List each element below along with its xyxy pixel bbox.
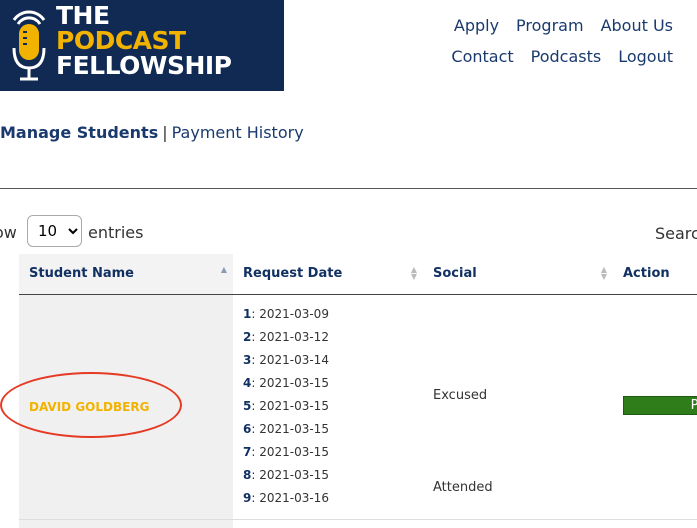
nav-podcasts[interactable]: Podcasts (531, 47, 602, 66)
site-logo[interactable]: THE PODCAST FELLOWSHIP (0, 0, 284, 91)
logo-line-1: THE (56, 1, 110, 30)
search-label: Searc (655, 224, 697, 243)
students-table: Student Name ▲ Request Date ▲ ▼ Social ▲ ▼… (0, 254, 697, 519)
sort-both-icon: ▲ ▼ (410, 265, 417, 281)
logo-line-3: FELLOWSHIP (56, 51, 232, 80)
request-date-item: 9: 2021-03-16 (243, 490, 329, 505)
column-header-label: Action (623, 266, 670, 282)
request-date-item: 8: 2021-03-15 (243, 467, 329, 482)
request-date-item: 6: 2021-03-15 (243, 421, 329, 436)
request-date-item: 2: 2021-03-12 (243, 329, 329, 344)
action-cell: Po (613, 294, 697, 519)
social-cell: Excused Attended (423, 294, 613, 519)
request-date-item: 7: 2021-03-15 (243, 444, 329, 459)
request-date-item: 5: 2021-03-15 (243, 398, 329, 413)
request-date-item: 4: 2021-03-15 (243, 375, 329, 390)
social-status: Attended (433, 479, 493, 495)
table-header-row: Student Name ▲ Request Date ▲ ▼ Social ▲ ▼… (19, 254, 697, 295)
sort-asc-icon: ▲ (220, 265, 227, 274)
subnav-payment-history[interactable]: Payment History (172, 123, 304, 142)
column-header-social[interactable]: Social ▲ ▼ (423, 254, 613, 295)
action-button[interactable]: Po (623, 395, 697, 415)
nav-logout[interactable]: Logout (618, 47, 673, 66)
table-row: DAVID GOLDBERG 1: 2021-03-09 2: 2021-03-… (0, 294, 697, 519)
request-dates-cell: 1: 2021-03-09 2: 2021-03-12 3: 2021-03-1… (233, 294, 423, 519)
student-name-cell: DAVID GOLDBERG (0, 294, 233, 519)
page-size-select[interactable]: 10 (27, 215, 82, 247)
nav-contact[interactable]: Contact (451, 47, 513, 66)
social-status: Excused (433, 387, 488, 403)
show-label: ow (0, 223, 17, 242)
column-header-label: Student Name (29, 266, 134, 282)
nav-about-us[interactable]: About Us (601, 16, 673, 35)
student-name-link[interactable]: DAVID GOLDBERG (29, 400, 149, 414)
sort-both-icon: ▲ ▼ (600, 265, 607, 281)
nav-apply[interactable]: Apply (454, 16, 499, 35)
column-header-student-name[interactable]: Student Name ▲ (19, 254, 233, 295)
logo-line-2: PODCAST (56, 26, 186, 55)
column-header-action[interactable]: Action (613, 254, 697, 295)
logo-wordmark: THE PODCAST FELLOWSHIP (56, 3, 232, 78)
subnav-manage-students[interactable]: Manage Students (0, 123, 158, 142)
nav-program[interactable]: Program (516, 16, 584, 35)
column-header-label: Social (433, 266, 477, 282)
column-header-request-date[interactable]: Request Date ▲ ▼ (233, 254, 423, 295)
column-header-label: Request Date (243, 266, 343, 282)
entries-label: entries (88, 223, 144, 242)
next-row-student-cell (19, 520, 233, 528)
main-nav-row-2: Contact Podcasts Logout (434, 47, 673, 66)
microphone-icon (12, 10, 46, 81)
main-nav-row-1: Apply Program About Us (437, 16, 673, 35)
subnav-separator: | (162, 123, 168, 142)
admin-subnav: Manage Students | Payment History (0, 123, 304, 142)
request-date-item: 3: 2021-03-14 (243, 352, 329, 367)
divider (0, 188, 697, 189)
request-date-item: 1: 2021-03-09 (243, 306, 329, 321)
